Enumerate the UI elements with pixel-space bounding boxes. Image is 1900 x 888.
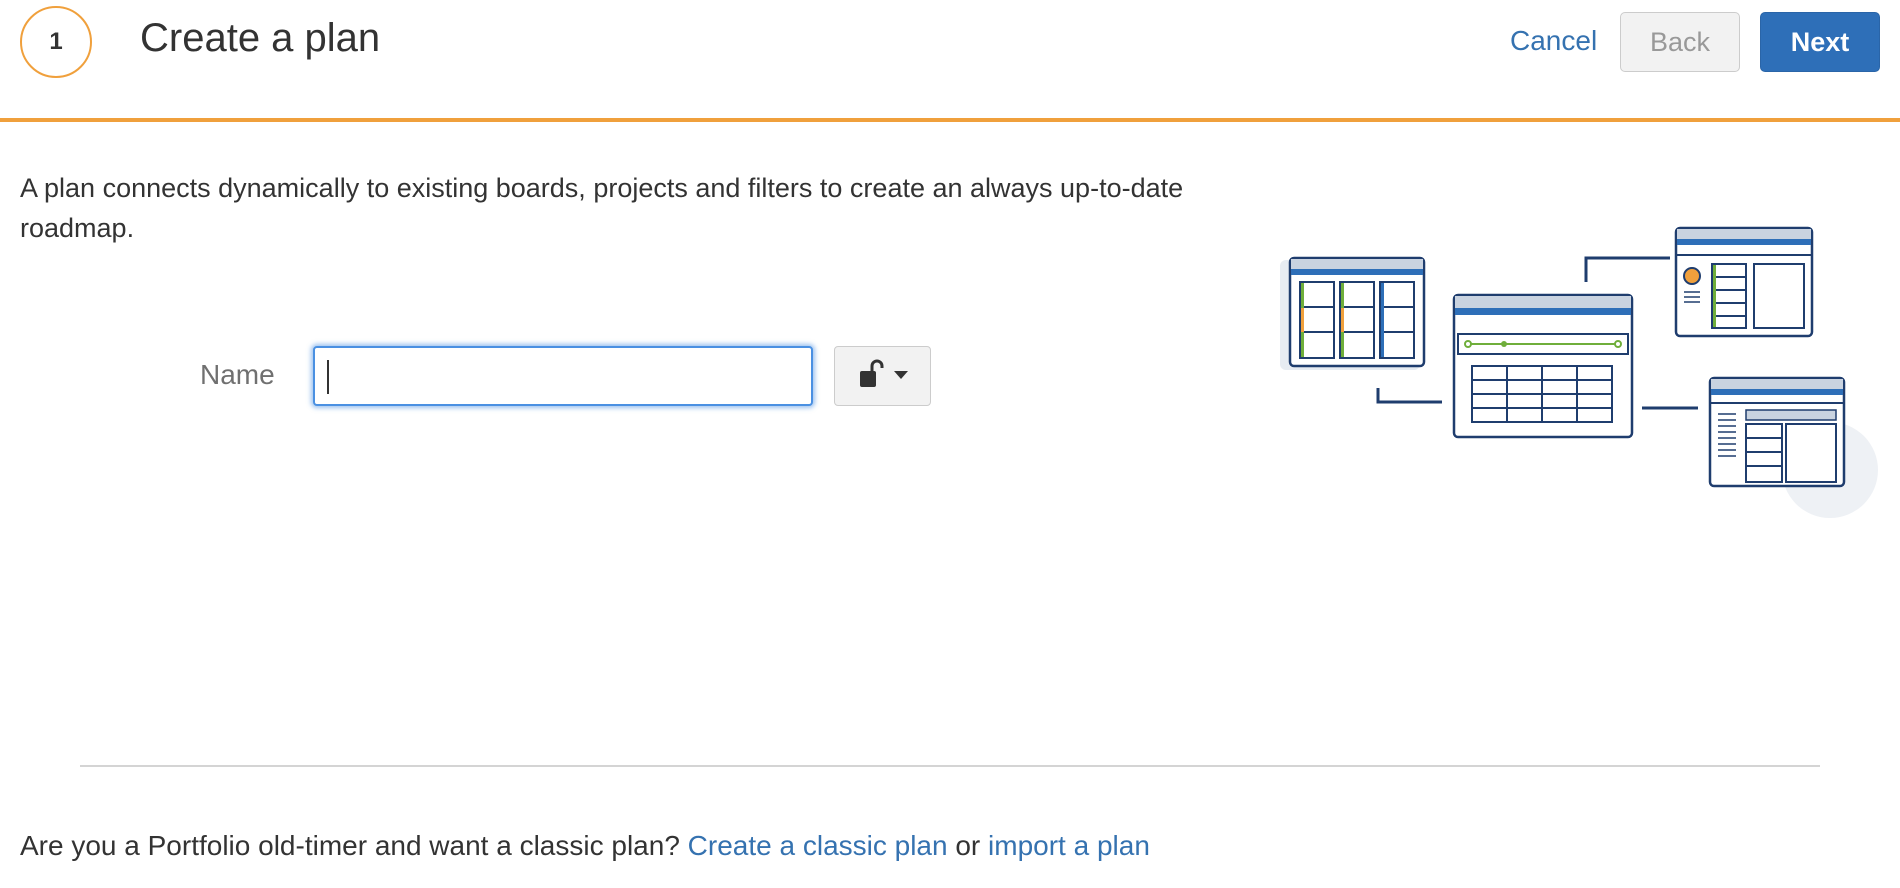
plan-name-input[interactable] <box>313 346 813 406</box>
intro-description: A plan connects dynamically to existing … <box>20 173 1184 243</box>
next-button[interactable]: Next <box>1760 12 1880 72</box>
permission-dropdown-button[interactable] <box>834 346 931 406</box>
list-card-illustration <box>1708 376 1846 488</box>
unlock-icon <box>858 359 884 394</box>
cancel-link[interactable]: Cancel <box>1510 25 1597 57</box>
caret-down-icon <box>893 367 908 385</box>
classic-plan-footer: Are you a Portfolio old-timer and want a… <box>20 830 1150 862</box>
step-indicator: 1 <box>20 6 92 78</box>
board-illustration <box>1288 256 1426 368</box>
page-title: Create a plan <box>140 16 381 60</box>
wizard-header: 1 Create a plan Cancel Back Next <box>0 0 1900 122</box>
text-cursor <box>327 360 329 394</box>
section-divider <box>80 765 1820 767</box>
footer-or-text: or <box>955 830 981 861</box>
back-button[interactable]: Back <box>1620 12 1740 72</box>
roadmap-illustration <box>1452 293 1634 439</box>
import-plan-link[interactable]: import a plan <box>988 830 1150 861</box>
name-label: Name <box>200 359 275 390</box>
plan-illustration <box>1280 226 1878 518</box>
footer-question: Are you a Portfolio old-timer and want a… <box>20 830 680 861</box>
create-classic-plan-link[interactable]: Create a classic plan <box>688 830 948 861</box>
issue-card-illustration <box>1674 226 1814 338</box>
